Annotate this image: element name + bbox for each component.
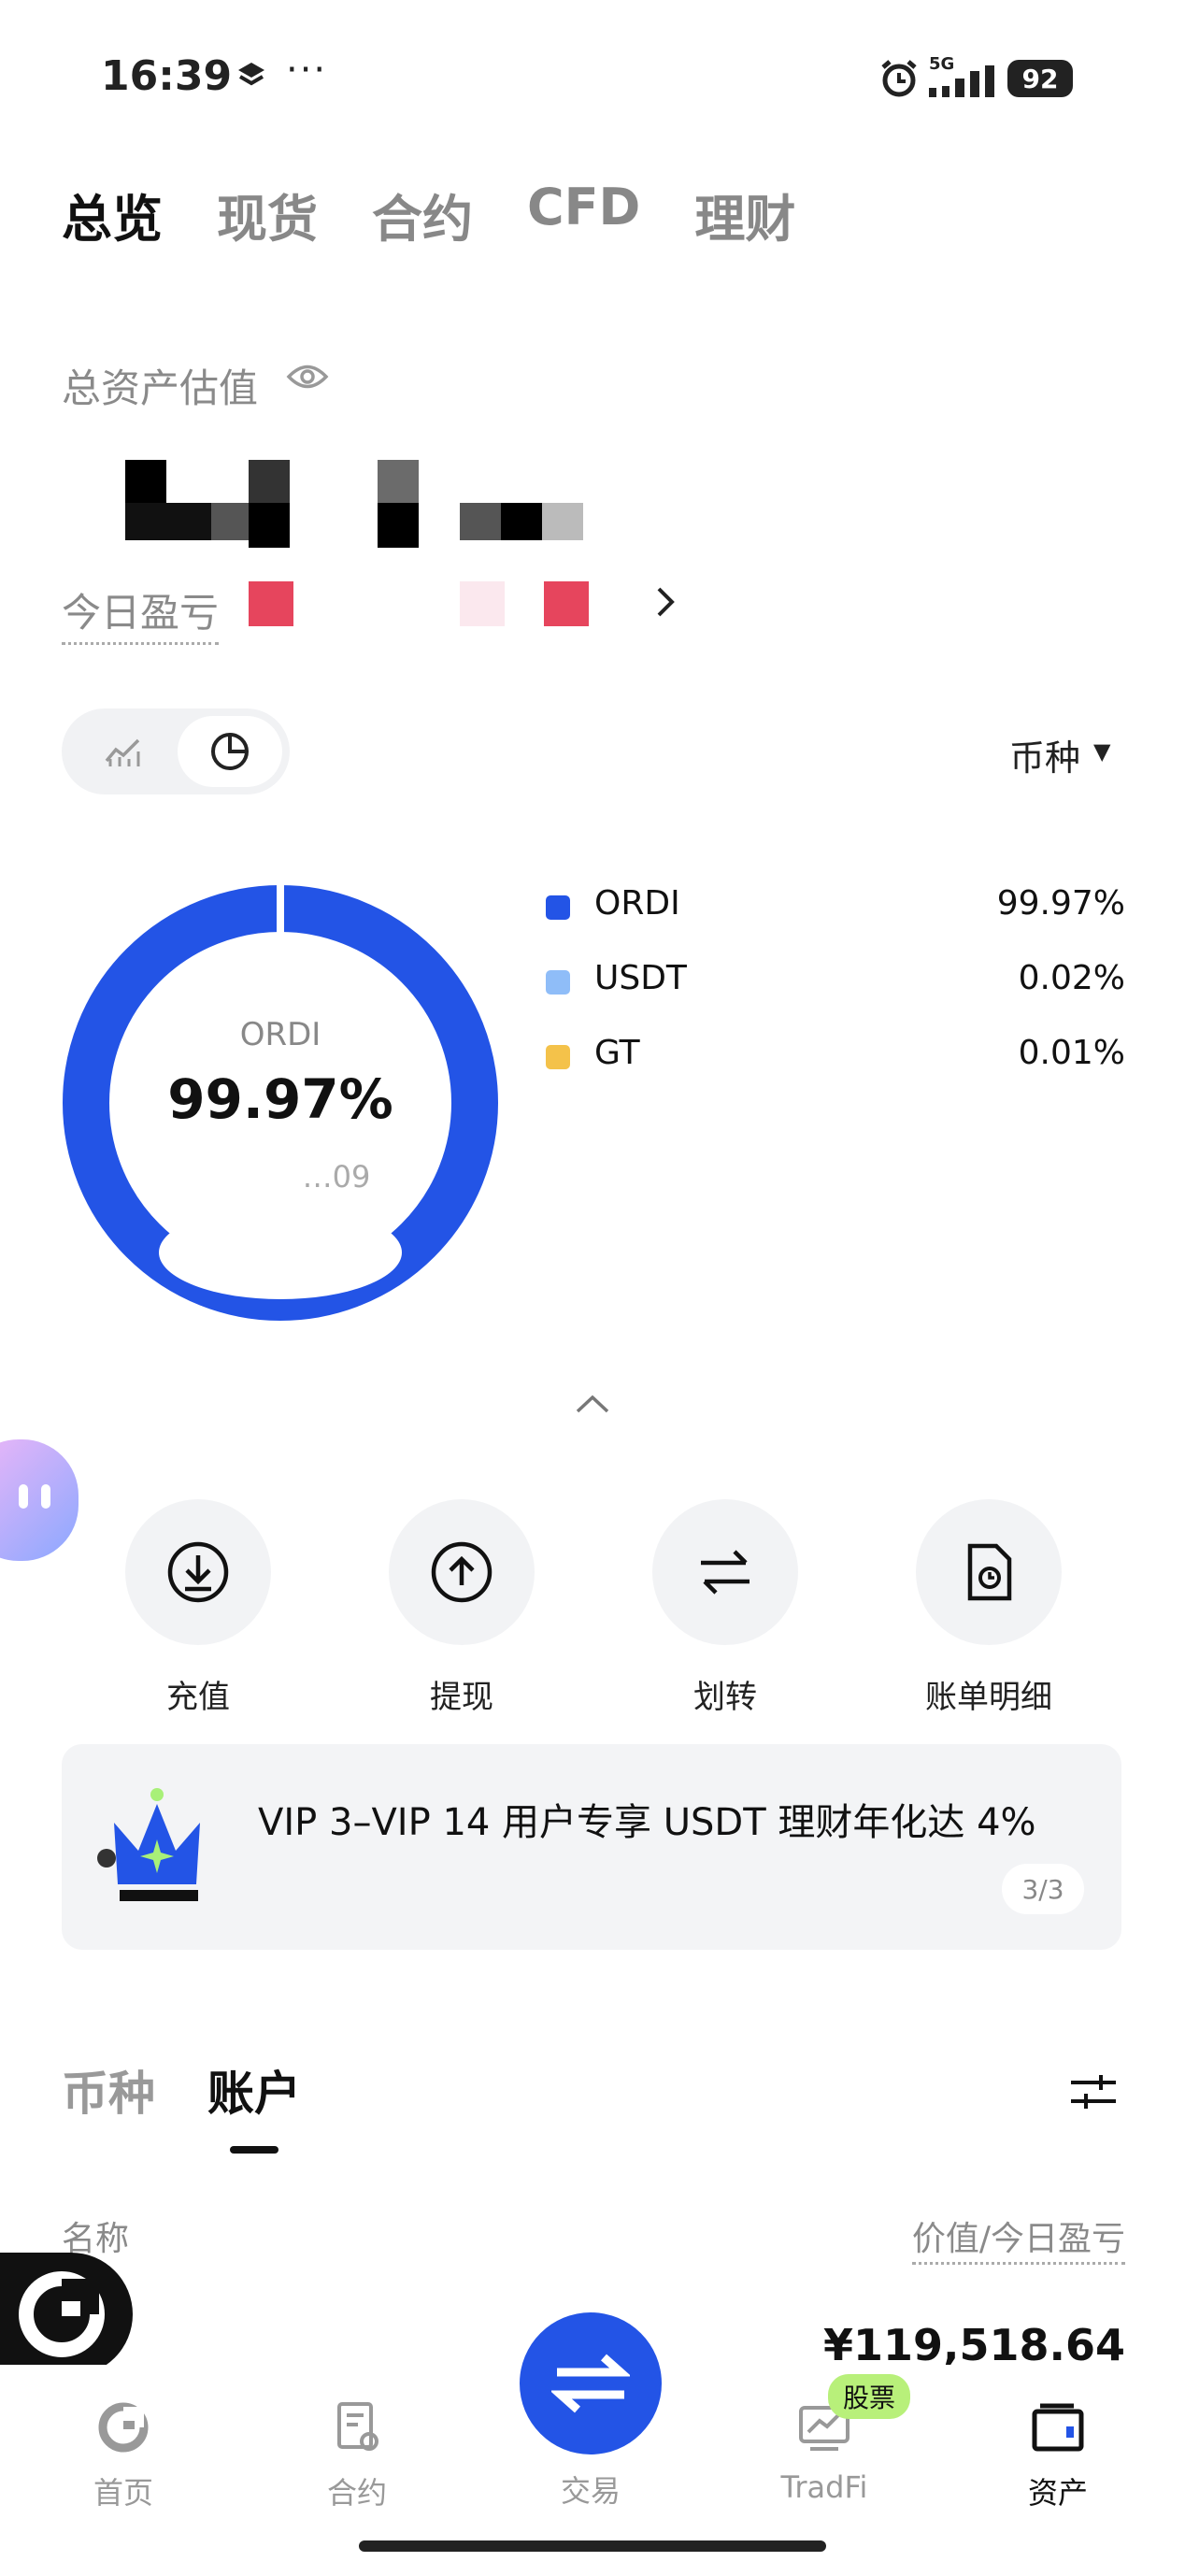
today-pnl-label[interactable]: 今日盈亏	[62, 581, 220, 645]
tab-earn[interactable]: 理财	[694, 178, 795, 251]
promo-text: VIP 3–VIP 14 用户专享 USDT 理财年化达 4%	[258, 1801, 1036, 1844]
status-more: ···	[286, 49, 328, 92]
nav-trade-label: 交易	[560, 2473, 621, 2509]
bubble-eye	[19, 1484, 28, 1509]
nav-futures-label: 合约	[326, 2475, 387, 2511]
chevron-right-icon[interactable]	[654, 581, 678, 633]
withdraw-icon	[389, 1499, 535, 1645]
pie-chart-view[interactable]	[178, 716, 282, 787]
legend-percent: 99.97%	[996, 884, 1125, 923]
home-indicator	[359, 2540, 826, 2552]
donut-center-label: ORDI	[240, 1016, 321, 1053]
nav-assets[interactable]: 资产	[992, 2398, 1123, 2512]
tab-by-coin[interactable]: 币种	[62, 2056, 155, 2124]
transfer-button[interactable]: 划转	[650, 1499, 800, 1717]
nav-tradfi-label: TradFi	[780, 2469, 868, 2505]
futures-icon	[337, 2402, 378, 2451]
nav-home[interactable]: 首页	[58, 2398, 189, 2512]
promo-pagination: 3/3	[1002, 1864, 1084, 1914]
stock-badge: 股票	[828, 2374, 911, 2419]
allocation-donut: ORDI 99.97% …09	[56, 879, 505, 1331]
status-time: 16:39	[101, 52, 233, 100]
coin-selector[interactable]: 币种	[1009, 729, 1080, 780]
donut-center-value: 99.97%	[167, 1067, 393, 1131]
legend-percent: 0.02%	[1018, 959, 1125, 997]
deposit-button[interactable]: 充值	[123, 1499, 273, 1717]
transfer-label: 划转	[693, 1679, 757, 1716]
legend-swatch	[546, 970, 570, 995]
tab-futures[interactable]: 合约	[372, 178, 473, 251]
deposit-label: 充值	[166, 1679, 230, 1716]
trade-icon	[551, 2354, 630, 2413]
chart-view-toggle	[62, 708, 290, 794]
legend-name: ORDI	[594, 884, 680, 923]
line-chart-icon	[105, 738, 140, 766]
bill-details-label: 账单明细	[925, 1679, 1052, 1716]
eye-icon[interactable]	[286, 361, 329, 396]
promo-banner[interactable]: VIP 3–VIP 14 用户专享 USDT 理财年化达 4% 3/3	[62, 1744, 1121, 1950]
assistant-bubble[interactable]	[0, 1439, 79, 1561]
pie-chart-icon	[211, 733, 249, 770]
row-value: ¥119,518.64	[822, 2320, 1125, 2370]
tab-overview[interactable]: 总览	[62, 178, 163, 251]
legend-row-ordi: ORDI 99.97%	[546, 882, 1125, 957]
pixelated-pnl	[249, 581, 641, 630]
signal-icon	[929, 65, 1004, 101]
withdraw-label: 提现	[430, 1679, 493, 1716]
asset-tabs: 总览 现货 合约 CFD 理财	[62, 178, 795, 251]
bill-details-button[interactable]: 账单明细	[914, 1499, 1064, 1717]
total-assets-label: 总资产估值	[62, 365, 259, 411]
tab-cfd[interactable]: CFD	[527, 178, 640, 251]
donut-center-sub: …09	[303, 1159, 371, 1195]
bill-icon	[916, 1499, 1062, 1645]
line-chart-view[interactable]	[71, 716, 176, 787]
legend-name: USDT	[594, 959, 687, 997]
legend-swatch	[546, 1045, 570, 1069]
layers-icon	[236, 60, 267, 95]
legend-percent: 0.01%	[1018, 1034, 1125, 1072]
floating-widget[interactable]	[0, 2253, 133, 2376]
legend-row-gt: GT 0.01%	[546, 1032, 1125, 1107]
nav-futures[interactable]: 合约	[292, 2398, 422, 2512]
trade-button[interactable]	[520, 2312, 662, 2454]
tab-spot[interactable]: 现货	[217, 178, 318, 251]
deposit-icon	[125, 1499, 271, 1645]
nav-assets-label: 资产	[1027, 2475, 1088, 2511]
caret-down-icon[interactable]: ▼	[1093, 738, 1110, 765]
tab-by-account[interactable]: 账户	[207, 2056, 301, 2124]
tab-indicator	[230, 2146, 278, 2154]
legend-row-usdt: USDT 0.02%	[546, 957, 1125, 1032]
legend-swatch	[546, 895, 570, 920]
home-icon	[98, 2402, 149, 2453]
legend-name: GT	[594, 1034, 640, 1072]
pixelated-balance	[121, 460, 589, 553]
crown-icon	[95, 1785, 226, 1911]
alarm-icon	[878, 58, 920, 103]
allocation-legend: ORDI 99.97% USDT 0.02% GT 0.01%	[546, 882, 1125, 1107]
withdraw-button[interactable]: 提现	[387, 1499, 536, 1717]
transfer-icon	[652, 1499, 798, 1645]
battery-indicator: 92	[1007, 60, 1073, 97]
gate-logo-icon	[19, 2271, 105, 2357]
nav-home-label: 首页	[93, 2475, 153, 2511]
bubble-eye	[41, 1484, 50, 1509]
chevron-up-icon[interactable]	[574, 1393, 611, 1419]
filter-icon[interactable]	[1067, 2071, 1120, 2116]
column-value-header[interactable]: 价值/今日盈亏	[911, 2211, 1125, 2265]
assets-icon	[1032, 2403, 1084, 2452]
